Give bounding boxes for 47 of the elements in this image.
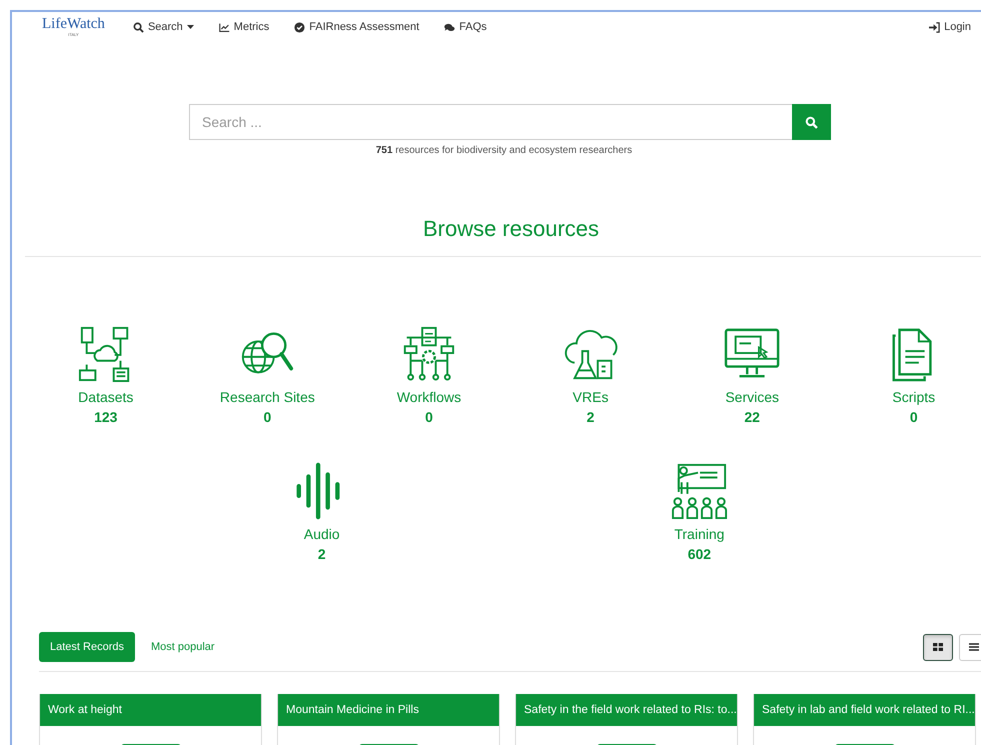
resource-label[interactable]: Research Sites: [220, 389, 315, 405]
resource-summary: 751 resources for biodiversity and ecosystem researchers: [374, 145, 634, 156]
resource-label[interactable]: Audio: [304, 526, 340, 542]
section-title: Browse resources: [422, 216, 600, 242]
resource-label[interactable]: VREs: [572, 389, 608, 405]
resource-count: 0: [910, 409, 918, 425]
nav-link[interactable]: Metrics: [218, 21, 270, 33]
search-button[interactable]: [792, 104, 831, 140]
records-tab[interactable]: Most popular: [140, 632, 226, 662]
resource-count: 123: [94, 409, 118, 425]
grid-icon: [933, 643, 943, 651]
chat-bubbles-icon: [444, 22, 456, 32]
record-card[interactable]: Safety in lab and field work related to RI...: [753, 694, 976, 745]
resource-count: 0: [263, 409, 272, 425]
resource-label[interactable]: Training: [674, 526, 724, 542]
resource-label[interactable]: Services: [725, 389, 780, 405]
search-field[interactable]: Search ...: [189, 104, 792, 140]
resource-count: 22: [744, 409, 760, 425]
nav-link[interactable]: Search: [132, 21, 194, 33]
resource-label[interactable]: Scripts: [892, 389, 936, 405]
nav-link[interactable]: FAQs: [444, 21, 487, 33]
record-card[interactable]: Safety in the field work related to RIs: to...: [515, 694, 738, 745]
resource-label[interactable]: Datasets: [78, 389, 134, 405]
resource-label[interactable]: Workflows: [396, 389, 462, 405]
login-link[interactable]: Login: [929, 21, 971, 33]
card-title[interactable]: Safety in lab and field work related to RI...: [754, 694, 975, 726]
grid-view-button[interactable]: [923, 634, 953, 660]
menu-icon: [969, 643, 979, 651]
resource-count: 2: [318, 546, 326, 562]
caret-icon: [186, 25, 194, 29]
resource-count: 0: [425, 409, 433, 425]
card-title[interactable]: Work at height: [40, 694, 261, 726]
resource-count: 602: [688, 546, 712, 562]
list-view-button[interactable]: [959, 634, 981, 660]
card-title[interactable]: Mountain Medicine in Pills: [278, 694, 499, 726]
record-card[interactable]: Mountain Medicine in Pills: [277, 694, 500, 745]
line-chart-icon: [218, 22, 230, 32]
check-circle-icon: [294, 22, 306, 32]
card-title[interactable]: Safety in the field work related to RIs: to...: [516, 694, 737, 726]
nav-link[interactable]: FAIRness Assessment: [294, 21, 420, 33]
search-icon: [132, 22, 144, 32]
search-icon: [805, 116, 818, 128]
sign-in-icon: [929, 22, 940, 32]
teacher-icon[interactable]: [671, 462, 728, 520]
resource-count: 2: [586, 409, 594, 425]
records-tab[interactable]: Latest Records: [39, 632, 135, 662]
record-card[interactable]: Work at height: [39, 694, 262, 745]
